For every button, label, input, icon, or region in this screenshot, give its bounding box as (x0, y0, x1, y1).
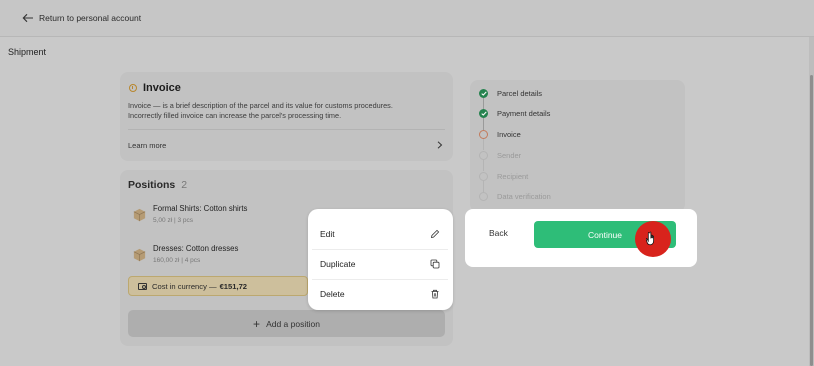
step-connector (483, 118, 484, 130)
pending-step-icon (479, 151, 488, 160)
step-recipient: Recipient (479, 172, 528, 181)
cash-icon (138, 282, 147, 290)
progress-steps-card: Parcel details Payment details Invoice S… (470, 80, 685, 212)
chevron-right-icon[interactable] (437, 141, 443, 149)
check-icon (479, 89, 488, 98)
position-item[interactable]: Formal Shirts: Cotton shirts 5,00 zł | 3… (132, 204, 247, 224)
warning-icon (129, 84, 137, 92)
step-data-verification: Data verification (479, 192, 551, 201)
actions-panel: Back Continue (465, 209, 697, 267)
step-connector (483, 159, 484, 171)
step-connector (483, 138, 484, 150)
pencil-icon (430, 229, 440, 238)
step-label: Sender (497, 151, 522, 160)
back-button[interactable]: Back (489, 228, 508, 238)
step-label: Recipient (497, 172, 529, 181)
step-invoice[interactable]: Invoice (479, 130, 521, 139)
position-price: 160,00 zł (153, 257, 180, 264)
menu-item-edit[interactable]: Edit (312, 219, 448, 248)
invoice-header: Invoice (129, 82, 181, 94)
step-parcel-details[interactable]: Parcel details (479, 89, 542, 98)
hand-pointer-icon (646, 231, 654, 246)
current-step-icon (479, 130, 488, 139)
step-label: Parcel details (497, 89, 543, 98)
divider (128, 129, 445, 130)
context-menu: Edit Duplicate Delete (308, 209, 453, 310)
position-price: 5,00 zł (153, 217, 173, 224)
arrow-left-icon[interactable] (22, 12, 34, 24)
scrollbar-thumb[interactable] (810, 75, 813, 366)
invoice-title: Invoice (143, 82, 181, 94)
trash-icon (431, 289, 439, 298)
position-meta: 5,00 zł | 3 pcs (153, 217, 194, 224)
currency-total-bar: Cost in currency — €151,72 (128, 276, 308, 296)
position-name: Formal Shirts: Cotton shirts (153, 204, 248, 213)
pending-step-icon (479, 172, 488, 181)
top-bar: Return to personal account (0, 0, 814, 37)
position-qty: 3 pcs (177, 217, 194, 224)
menu-item-label: Edit (320, 228, 335, 239)
add-position-label: Add a position (266, 318, 320, 329)
position-meta: 160,00 zł | 4 pcs (153, 257, 201, 264)
step-label: Invoice (497, 130, 521, 139)
copy-icon (430, 259, 440, 268)
invoice-description: Invoice — is a brief description of the … (128, 101, 428, 121)
menu-item-delete[interactable]: Delete (312, 279, 448, 308)
learn-more-link[interactable]: Learn more (128, 141, 166, 150)
menu-item-label: Duplicate (320, 258, 356, 269)
return-link[interactable]: Return to personal account (39, 13, 141, 23)
parcel-box-icon (133, 208, 146, 222)
step-sender: Sender (479, 151, 521, 160)
step-payment-details[interactable]: Payment details (479, 109, 550, 118)
position-qty: 4 pcs (184, 257, 201, 264)
page-title: Shipment (8, 47, 47, 57)
plus-icon: + (253, 316, 261, 331)
cursor-highlight (635, 221, 671, 257)
menu-item-duplicate[interactable]: Duplicate (312, 249, 448, 278)
step-label: Payment details (497, 109, 551, 118)
currency-label: Cost in currency — (152, 281, 217, 291)
currency-value: €151,72 (219, 281, 248, 291)
step-label: Data verification (497, 192, 551, 201)
positions-title-label: Positions (128, 179, 176, 191)
menu-item-label: Delete (320, 288, 345, 299)
positions-title: Positions 2 (128, 179, 187, 191)
add-position-button[interactable]: + Add a position (128, 310, 445, 337)
pending-step-icon (479, 192, 488, 201)
step-connector (483, 180, 484, 192)
check-icon (479, 109, 488, 118)
positions-count: 2 (181, 179, 188, 191)
invoice-description-line: Invoice — is a brief description of the … (128, 101, 393, 110)
invoice-description-line: Incorrectly filled invoice can increase … (128, 111, 342, 120)
position-item[interactable]: Dresses: Cotton dresses 160,00 zł | 4 pc… (132, 244, 238, 264)
position-name: Dresses: Cotton dresses (153, 244, 239, 253)
invoice-card: Invoice Invoice — is a brief description… (120, 72, 453, 161)
parcel-box-icon (133, 248, 146, 262)
